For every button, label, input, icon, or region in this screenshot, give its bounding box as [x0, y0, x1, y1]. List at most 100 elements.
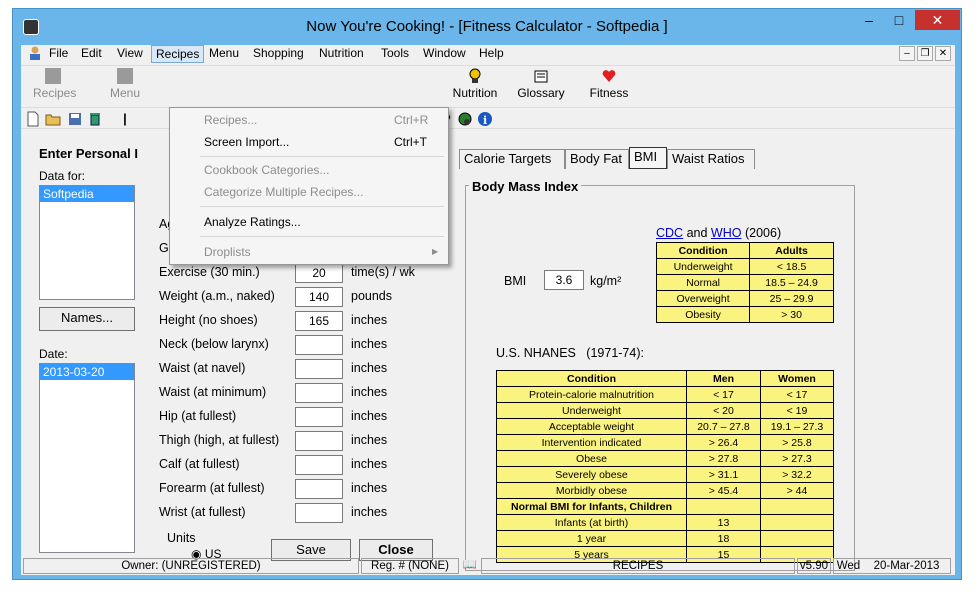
menu-nutrition[interactable]: Nutrition — [315, 46, 368, 60]
toolbar-glossary-button[interactable]: Glossary — [515, 68, 567, 100]
client-area: File Edit View Recipes Menu Shopping Nut… — [21, 45, 955, 575]
toolbar-fitness-button[interactable]: Fitness — [587, 68, 631, 100]
field-input[interactable]: 140 — [295, 287, 343, 307]
menu-recipes[interactable]: Recipes — [151, 45, 205, 63]
menu-menu[interactable]: Menu — [205, 46, 243, 60]
table-cell: 1 year — [496, 530, 687, 547]
window-title: Now You're Cooking! - [Fitness Calculato… — [306, 18, 668, 35]
menu-item-label: Cookbook Categories... — [204, 163, 330, 177]
field-input[interactable] — [295, 407, 343, 427]
table-cell: < 18.5 — [749, 258, 834, 275]
info-icon[interactable]: i — [477, 111, 493, 127]
toolbar-nutrition-button[interactable]: Nutrition — [449, 68, 501, 100]
toolbar-menu-button[interactable]: Menu — [107, 68, 143, 100]
bmi-panel: CDC and WHO (2006) BMI 3.6 kg/m² Conditi… — [465, 185, 855, 571]
tab-body-fat[interactable]: Body Fat — [565, 149, 629, 169]
data-for-listbox[interactable]: Softpedia — [39, 185, 135, 300]
chef-icon[interactable] — [29, 46, 41, 60]
field-unit: inches — [351, 481, 388, 495]
menu-item-label: Analyze Ratings... — [204, 215, 301, 229]
field-input[interactable] — [295, 431, 343, 451]
menu-item-categorize-multiple[interactable]: Categorize Multiple Recipes... — [170, 182, 448, 202]
cdc-link[interactable]: CDC — [656, 226, 683, 240]
tab-bmi[interactable]: BMI — [629, 147, 667, 169]
list-item[interactable]: 2013-03-20 — [40, 364, 134, 380]
menu-window[interactable]: Window — [419, 46, 470, 60]
delete-icon[interactable] — [87, 111, 103, 127]
field-input[interactable] — [295, 503, 343, 523]
menu-item-droplists[interactable]: Droplists ▶ — [170, 242, 448, 262]
table-cell: > 31.1 — [686, 466, 761, 483]
menu-separator — [200, 206, 444, 207]
table-cell: Intervention indicated — [496, 434, 687, 451]
table-row: Acceptable weight 20.7 – 27.8 19.1 – 27.3 — [496, 418, 834, 435]
menu-item-label: Screen Import... — [204, 135, 290, 149]
table-row: Infants (at birth) 13 — [496, 514, 834, 531]
mdi-restore-button[interactable]: ❐ — [917, 46, 933, 61]
title-bar[interactable]: Now You're Cooking! - [Fitness Calculato… — [13, 9, 961, 45]
field-input[interactable] — [295, 335, 343, 355]
table-row: Normal 18.5 – 24.9 — [655, 274, 834, 291]
field-input[interactable] — [295, 479, 343, 499]
table-row: Underweight < 18.5 — [655, 258, 834, 275]
table-cell: Underweight — [655, 258, 751, 275]
field-input[interactable] — [295, 455, 343, 475]
globe-icon[interactable] — [457, 111, 473, 127]
menu-item-cookbook-categories[interactable]: Cookbook Categories... — [170, 160, 448, 180]
list-item[interactable]: Softpedia — [40, 186, 134, 202]
menu-file[interactable]: File — [45, 46, 72, 60]
minimize-button[interactable]: – — [855, 10, 883, 30]
field-input[interactable] — [295, 359, 343, 379]
menu-edit[interactable]: Edit — [77, 46, 106, 60]
open-folder-icon[interactable] — [45, 111, 61, 127]
toolbar-recipes-button[interactable]: Recipes — [33, 68, 76, 100]
date-listbox[interactable]: 2013-03-20 — [39, 363, 135, 553]
table-cell: Overweight — [655, 290, 751, 307]
menu-shopping[interactable]: Shopping — [249, 46, 308, 60]
field-input[interactable] — [295, 383, 343, 403]
table-cell: Obese — [496, 450, 687, 467]
mdi-close-button[interactable]: ✕ — [935, 46, 951, 61]
menu-item-screen-import[interactable]: Screen Import... Ctrl+T — [170, 132, 448, 152]
bmi-unit: kg/m² — [590, 274, 622, 288]
table-header: Women — [760, 370, 834, 387]
save-icon[interactable] — [67, 111, 83, 127]
units-group-label: Units — [167, 531, 196, 545]
field-unit: inches — [351, 505, 388, 519]
field-unit: inches — [351, 457, 388, 471]
field-label: Height (no shoes) — [159, 313, 258, 327]
small-toolbar: | ? i — [21, 107, 955, 129]
table-cell: < 20 — [686, 402, 761, 419]
maximize-button[interactable]: □ — [885, 10, 913, 30]
menu-item-recipes[interactable]: Recipes... Ctrl+R — [170, 110, 448, 130]
tab-calorie-targets[interactable]: Calorie Targets — [459, 149, 565, 169]
table-row: Intervention indicated > 26.4 > 25.8 — [496, 434, 834, 451]
table-cell: Infants (at birth) — [496, 514, 687, 531]
new-document-icon[interactable] — [25, 111, 41, 127]
menu-item-shortcut: Ctrl+R — [394, 113, 429, 127]
field-input[interactable]: 20 — [295, 263, 343, 283]
table-cell: > 32.2 — [760, 466, 834, 483]
menu-item-analyze-ratings[interactable]: Analyze Ratings... — [170, 212, 448, 232]
table-cell: < 19 — [760, 402, 834, 419]
field-input[interactable]: 165 — [295, 311, 343, 331]
menu-view[interactable]: View — [113, 46, 147, 60]
field-label: Forearm (at fullest) — [159, 481, 265, 495]
field-label: Weight (a.m., naked) — [159, 289, 275, 303]
field-label: Neck (below larynx) — [159, 337, 269, 351]
menu-tools[interactable]: Tools — [377, 46, 413, 60]
menu-help[interactable]: Help — [475, 46, 508, 60]
bmi-panel-title: Body Mass Index — [469, 179, 582, 194]
bmi-label: BMI — [504, 274, 527, 288]
table-cell: > 27.3 — [760, 450, 834, 467]
names-button[interactable]: Names... — [39, 307, 135, 331]
mdi-minimize-button[interactable]: – — [899, 46, 915, 61]
tab-waist-ratios[interactable]: Waist Ratios — [667, 149, 755, 169]
bmi-value-field: 3.6 — [544, 270, 584, 290]
menu-item-shortcut: Ctrl+T — [394, 135, 427, 149]
close-button[interactable]: ✕ — [915, 10, 960, 30]
field-unit: pounds — [351, 289, 393, 303]
status-bar: Owner: (UNREGISTERED) Reg. # (NONE) 📖 RE… — [21, 557, 955, 575]
who-link[interactable]: WHO — [711, 226, 742, 240]
table-cell — [760, 514, 834, 531]
